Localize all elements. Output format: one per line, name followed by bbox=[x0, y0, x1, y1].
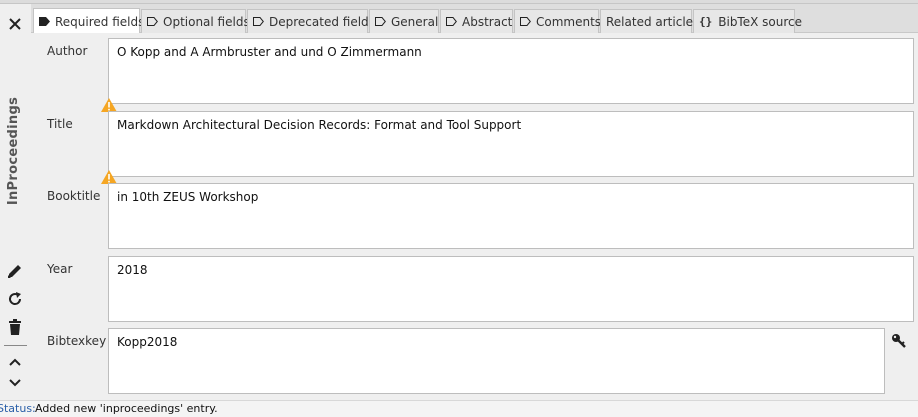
tag-outline-icon bbox=[520, 17, 531, 26]
tag-outline-icon bbox=[253, 17, 264, 26]
key-icon[interactable] bbox=[891, 333, 907, 349]
booktitle-label: Booktitle bbox=[47, 189, 101, 203]
close-icon[interactable] bbox=[5, 14, 25, 34]
tab-label: Optional fields bbox=[163, 14, 250, 29]
tab-abstract[interactable]: Abstract bbox=[440, 9, 513, 33]
tab-comments[interactable]: Comments bbox=[514, 9, 602, 33]
editor-tab-bar: Required fields Optional fields Deprecat… bbox=[31, 4, 918, 34]
tab-required-fields[interactable]: Required fields bbox=[33, 8, 144, 34]
bibtexkey-label: Bibtexkey bbox=[47, 334, 107, 348]
tab-label: BibTeX source bbox=[718, 14, 802, 29]
tab-general[interactable]: General bbox=[369, 9, 439, 33]
author-label: Author bbox=[47, 44, 88, 58]
tag-filled-icon bbox=[39, 17, 50, 26]
booktitle-field[interactable]: in 10th ZEUS Workshop bbox=[108, 183, 914, 249]
refresh-icon[interactable] bbox=[6, 290, 24, 308]
title-field[interactable]: Markdown Architectural Decision Records:… bbox=[108, 111, 914, 177]
year-field[interactable]: 2018 bbox=[108, 256, 914, 322]
tab-bibtex-source[interactable]: {} BibTeX source bbox=[693, 9, 802, 33]
tab-label: Related articles bbox=[606, 14, 700, 29]
delete-icon[interactable] bbox=[6, 318, 24, 336]
braces-icon: {} bbox=[699, 15, 713, 28]
tag-outline-icon bbox=[147, 17, 158, 26]
required-fields-panel: Author O Kopp and A Armbruster and und O… bbox=[31, 33, 918, 400]
status-message: Added new 'inproceedings' entry. bbox=[35, 402, 218, 415]
sidebar-divider bbox=[4, 345, 27, 346]
tab-label: Comments bbox=[536, 14, 602, 29]
year-label: Year bbox=[47, 262, 73, 276]
entry-editor-sidebar: InProceedings bbox=[0, 4, 31, 400]
tab-optional-fields[interactable]: Optional fields bbox=[141, 9, 250, 33]
warning-icon bbox=[101, 98, 117, 112]
pencil-icon[interactable] bbox=[6, 262, 24, 280]
status-bar: Status: Added new 'inproceedings' entry. bbox=[0, 400, 918, 417]
chevron-up-icon[interactable] bbox=[6, 354, 24, 372]
tab-related-articles[interactable]: Related articles bbox=[600, 9, 699, 33]
tab-label: Deprecated fields bbox=[269, 14, 375, 29]
title-label: Title bbox=[47, 117, 73, 131]
tab-label: Required fields bbox=[55, 14, 145, 29]
tag-outline-icon bbox=[446, 17, 457, 26]
tag-outline-icon bbox=[375, 17, 386, 26]
tab-label: General bbox=[391, 14, 439, 29]
bibtexkey-field[interactable]: Kopp2018 bbox=[108, 328, 885, 394]
chevron-down-icon[interactable] bbox=[6, 373, 24, 391]
warning-icon bbox=[101, 170, 117, 184]
tab-label: Abstract bbox=[462, 14, 513, 29]
entry-type-label: InProceedings bbox=[6, 96, 21, 206]
status-label: Status: bbox=[0, 402, 36, 415]
tab-deprecated-fields[interactable]: Deprecated fields bbox=[247, 9, 375, 33]
author-field[interactable]: O Kopp and A Armbruster and und O Zimmer… bbox=[108, 38, 914, 104]
